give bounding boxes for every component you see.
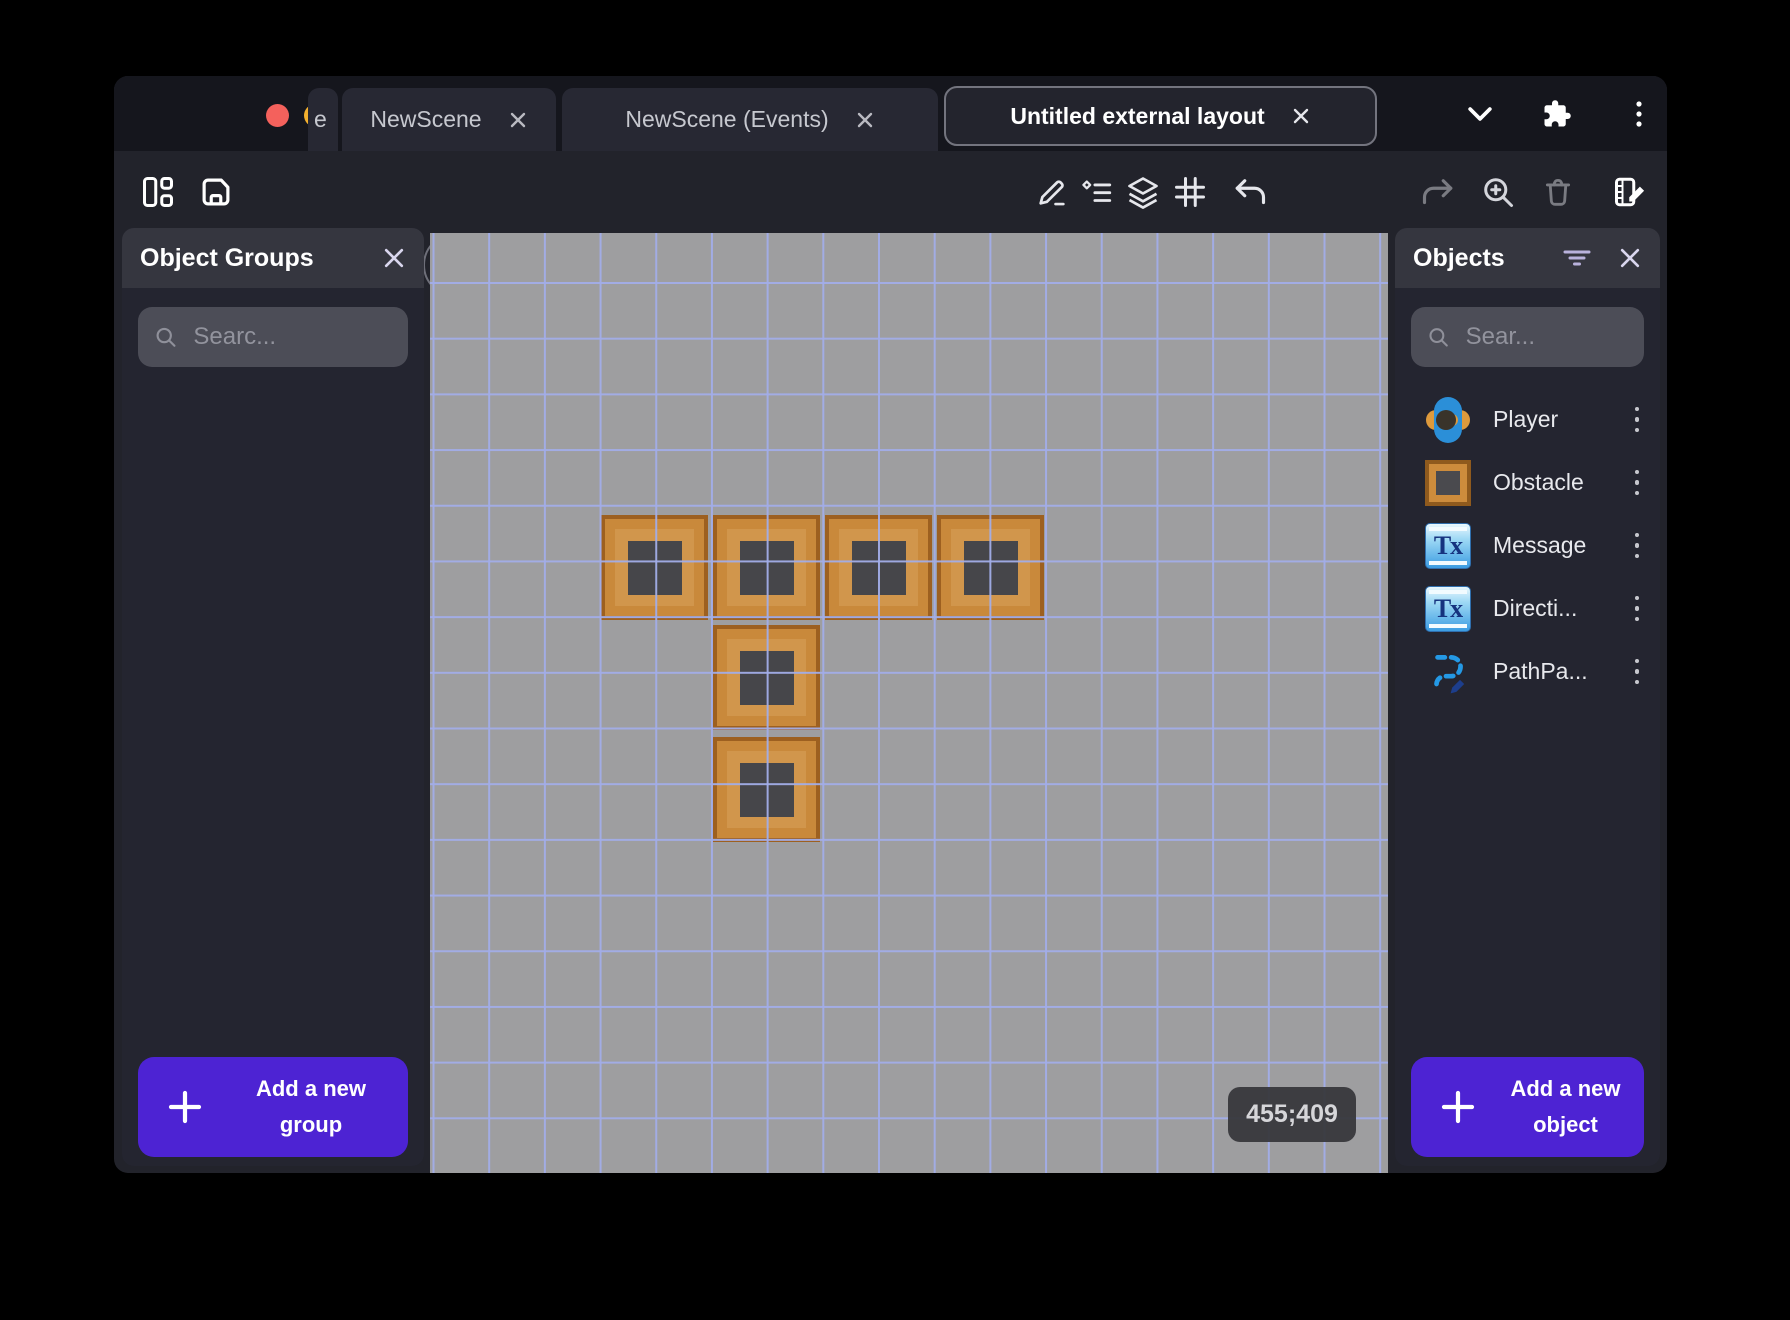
- close-panel-icon[interactable]: [382, 246, 406, 270]
- redo-button[interactable]: [1412, 151, 1464, 233]
- tab-overflow-chevron[interactable]: [1464, 76, 1496, 151]
- app-window: e NewScene NewScene (Events) Untitled ex…: [114, 76, 1667, 1173]
- text-object-icon: Tx: [1425, 522, 1471, 569]
- instances-list-icon: [1082, 180, 1112, 202]
- scene-edit-icon: [1615, 177, 1645, 207]
- close-panel-icon[interactable]: [1618, 246, 1642, 270]
- toolbar: Preview Publish: [114, 151, 1667, 297]
- close-tab-icon[interactable]: [855, 110, 875, 130]
- add-group-button[interactable]: Add a new group: [138, 1057, 408, 1157]
- obstacle-instance[interactable]: [825, 515, 932, 620]
- obstacle-instance[interactable]: [601, 515, 708, 620]
- object-list-item[interactable]: Tx Message: [1395, 514, 1660, 577]
- object-menu-button[interactable]: [1628, 400, 1646, 440]
- zoom-in-icon: [1484, 178, 1513, 207]
- obstacle-instance[interactable]: [713, 625, 820, 730]
- close-window-button[interactable]: [266, 104, 289, 127]
- scene-canvas[interactable]: 455;409: [430, 233, 1388, 1173]
- tab-newscene-events[interactable]: NewScene (Events): [562, 88, 938, 151]
- add-object-button[interactable]: Add a new object: [1411, 1057, 1644, 1157]
- panel-title: Object Groups: [140, 243, 314, 272]
- grid-toggle-button[interactable]: [1164, 151, 1216, 233]
- object-name: Player: [1493, 406, 1559, 432]
- screen-background: e NewScene NewScene (Events) Untitled ex…: [0, 0, 1790, 1320]
- add-group-label-line2: group: [279, 1112, 343, 1137]
- add-object-label-line1: Add a new: [1510, 1076, 1621, 1101]
- groups-search-box: [138, 307, 408, 367]
- tab-bar: e NewScene NewScene (Events) Untitled ex…: [114, 76, 1667, 151]
- object-groups-header: Object Groups: [122, 228, 424, 288]
- chevron-down-icon: [1468, 106, 1492, 121]
- tab-untitled-external-layout[interactable]: Untitled external layout: [944, 86, 1377, 146]
- search-icon: [156, 327, 176, 347]
- objects-search-box: [1411, 307, 1644, 367]
- layers-button[interactable]: [1117, 151, 1169, 233]
- undo-icon: [1235, 179, 1266, 205]
- path-icon: [1425, 649, 1471, 695]
- object-menu-button[interactable]: [1628, 652, 1646, 692]
- edit-scene-properties-button[interactable]: [1604, 151, 1656, 233]
- objects-search-input[interactable]: [1465, 323, 1628, 351]
- window-menu-button[interactable]: [1626, 76, 1654, 151]
- groups-search-input[interactable]: [193, 323, 392, 351]
- kebab-menu-icon: [1636, 100, 1642, 127]
- project-manager-button[interactable]: [132, 151, 184, 233]
- player-icon: [1425, 396, 1471, 443]
- canvas-blocks: [430, 233, 1388, 1173]
- obstacle-instance[interactable]: [713, 737, 820, 842]
- objects-list: Player Obstacle Tx Message Tx Directi...…: [1395, 388, 1660, 703]
- object-name: Obstacle: [1493, 469, 1584, 495]
- cursor-coordinates-text: 455;409: [1246, 1100, 1338, 1128]
- object-menu-button[interactable]: [1628, 589, 1646, 629]
- save-icon: [202, 178, 230, 206]
- object-list-item[interactable]: PathPa...: [1395, 640, 1660, 703]
- layers-icon: [1128, 177, 1158, 209]
- add-group-label-line1: Add a new: [255, 1076, 366, 1101]
- undo-button[interactable]: [1224, 151, 1276, 233]
- cursor-coordinates-badge: 455;409: [1228, 1087, 1356, 1142]
- puzzle-icon: [1544, 99, 1571, 126]
- tab-label: NewScene (Events): [625, 106, 829, 132]
- obstacle-instance[interactable]: [937, 515, 1044, 620]
- plus-icon: [1441, 1090, 1475, 1124]
- object-menu-button[interactable]: [1628, 526, 1646, 566]
- object-menu-button[interactable]: [1628, 463, 1646, 503]
- object-name: PathPa...: [1493, 658, 1588, 684]
- close-tab-icon[interactable]: [1291, 106, 1311, 126]
- project-manager-icon: [143, 177, 173, 207]
- objects-panel: Objects Player: [1395, 228, 1660, 1166]
- object-list-item[interactable]: Tx Directi...: [1395, 577, 1660, 640]
- tab-label: Untitled external layout: [1010, 102, 1265, 129]
- tab-label: e: [314, 106, 327, 132]
- zoom-button[interactable]: [1472, 151, 1524, 233]
- obstacle-icon: [1425, 459, 1471, 506]
- extensions-button[interactable]: [1542, 76, 1574, 151]
- close-tab-icon[interactable]: [508, 110, 528, 130]
- text-object-icon: Tx: [1425, 585, 1471, 632]
- panel-title: Objects: [1413, 243, 1505, 272]
- objects-header: Objects: [1395, 228, 1660, 288]
- redo-icon: [1422, 179, 1453, 205]
- tab-label: NewScene: [370, 106, 482, 132]
- grid-icon: [1175, 177, 1205, 207]
- trash-icon: [1545, 178, 1571, 206]
- object-name: Directi...: [1493, 595, 1578, 621]
- instances-list-button[interactable]: [1071, 151, 1123, 233]
- object-groups-panel: Object Groups Add a new group: [122, 228, 424, 1166]
- object-list-item[interactable]: Player: [1395, 388, 1660, 451]
- object-list-item[interactable]: Obstacle: [1395, 451, 1660, 514]
- pencil-icon: [1039, 180, 1065, 206]
- obstacle-instance[interactable]: [713, 515, 820, 620]
- filter-icon[interactable]: [1562, 246, 1592, 270]
- add-object-label-line2: object: [1533, 1112, 1598, 1137]
- search-icon: [1429, 328, 1448, 347]
- plus-icon: [168, 1090, 202, 1124]
- tab-hidden-partial[interactable]: e: [308, 88, 338, 151]
- delete-button[interactable]: [1532, 151, 1584, 233]
- object-name: Message: [1493, 532, 1587, 558]
- tab-newscene[interactable]: NewScene: [342, 88, 556, 151]
- save-button[interactable]: [190, 151, 242, 233]
